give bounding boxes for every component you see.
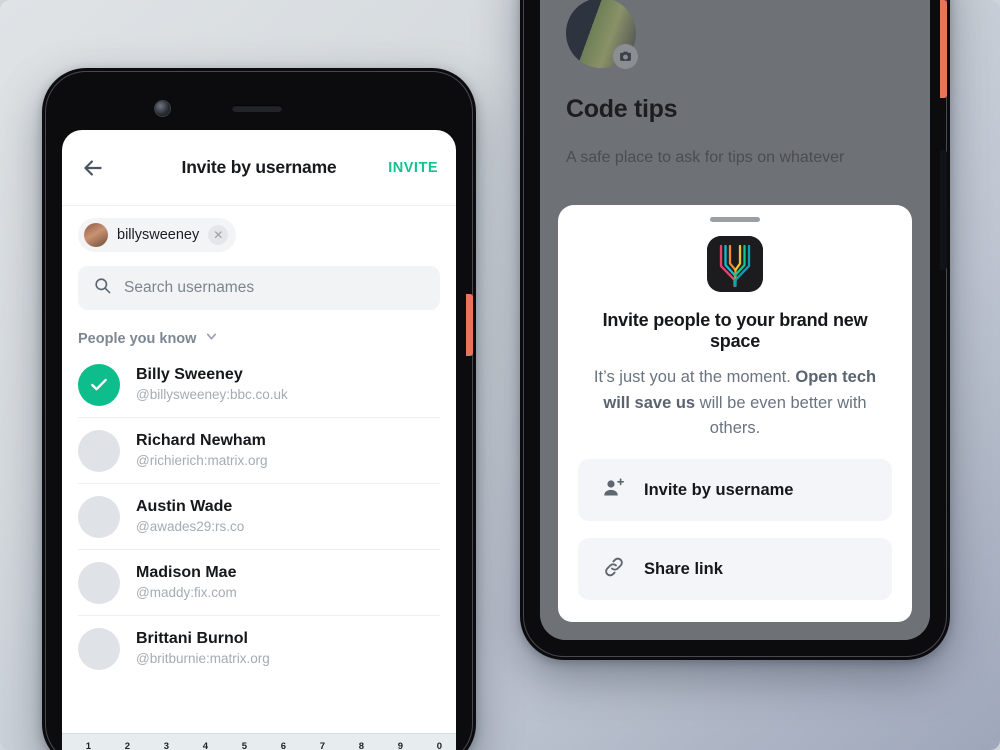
person-name: Richard Newham (136, 432, 266, 450)
share-link-button[interactable]: Share link (578, 538, 892, 600)
key-number: 4 (202, 741, 208, 750)
person-handle: @britburnie:matrix.org (136, 651, 270, 667)
sheet-body-part1: It’s just you at the moment. (593, 368, 796, 387)
person-name: Madison Mae (136, 564, 237, 582)
list-item[interactable]: Brittani Burnol @britburnie:matrix.org (78, 615, 440, 681)
right-phone-screen: Code tips A safe place to ask for tips o… (540, 0, 930, 640)
key-u[interactable]: 7U (298, 740, 337, 750)
invite-button[interactable]: INVITE (388, 160, 438, 176)
key-number: 5 (241, 741, 247, 750)
avatar (78, 430, 120, 472)
list-item[interactable]: Madison Mae @maddy:fix.com (78, 549, 440, 615)
search-input[interactable]: Search usernames (78, 266, 440, 310)
keyboard-row: 1Q2W3E4R5T6Y7U8I9O0P (62, 734, 456, 750)
list-item-text: Billy Sweeney @billysweeney:bbc.co.uk (136, 365, 440, 404)
avatar (84, 223, 108, 247)
front-camera (155, 101, 170, 116)
person-handle: @billysweeney:bbc.co.uk (136, 387, 288, 403)
sheet-title: Invite people to your brand new space (602, 310, 868, 352)
right-phone-power-button[interactable] (940, 0, 947, 98)
key-p[interactable]: 0P (415, 740, 454, 750)
list-item-text: Austin Wade @awades29:rs.co (136, 497, 440, 536)
sheet-body-part2: will be even better with others. (695, 393, 867, 438)
selected-users-row: billysweeney ✕ (62, 206, 456, 258)
left-phone-power-button[interactable] (466, 294, 473, 356)
person-handle: @richierich:matrix.org (136, 453, 268, 469)
space-name: Code tips (566, 95, 678, 123)
key-q[interactable]: 1Q (64, 740, 103, 750)
list-item-text: Richard Newham @richierich:matrix.org (136, 431, 440, 470)
arrow-left-icon[interactable] (80, 155, 106, 181)
person-name: Austin Wade (136, 498, 233, 516)
search-icon (93, 276, 112, 300)
invite-by-username-label: Invite by username (644, 480, 794, 499)
user-chip[interactable]: billysweeney ✕ (78, 218, 237, 252)
person-handle: @maddy:fix.com (136, 585, 237, 601)
left-phone: Invite by username INVITE billysweeney ✕… (42, 68, 476, 750)
avatar (78, 628, 120, 670)
earpiece-speaker (232, 105, 282, 112)
person-name: Billy Sweeney (136, 366, 243, 384)
person-name: Brittani Burnol (136, 630, 248, 648)
list-item-text: Brittani Burnol @britburnie:matrix.org (136, 629, 440, 668)
section-label: People you know (78, 331, 197, 347)
key-number: 1 (85, 741, 91, 750)
key-t[interactable]: 5T (220, 740, 259, 750)
person-add-icon (602, 476, 626, 505)
scene-canvas: Code tips A safe place to ask for tips o… (0, 0, 1000, 750)
right-phone: Code tips A safe place to ask for tips o… (520, 0, 950, 660)
search-placeholder: Search usernames (124, 279, 255, 296)
key-number: 2 (124, 741, 130, 750)
app-bar: Invite by username INVITE (62, 130, 456, 206)
link-icon (602, 555, 626, 584)
keyboard[interactable]: 1Q2W3E4R5T6Y7U8I9O0P (62, 733, 456, 750)
list-item[interactable]: Billy Sweeney @billysweeney:bbc.co.uk (78, 352, 440, 417)
left-phone-screen: Invite by username INVITE billysweeney ✕… (62, 130, 456, 750)
camera-icon[interactable] (613, 44, 638, 69)
people-list: Billy Sweeney @billysweeney:bbc.co.uk Rich… (62, 352, 456, 681)
right-phone-volume-button[interactable] (940, 150, 947, 270)
close-icon[interactable]: ✕ (208, 225, 229, 245)
space-avatar[interactable] (566, 0, 638, 69)
avatar (78, 562, 120, 604)
key-e[interactable]: 3E (142, 740, 181, 750)
key-number: 0 (436, 741, 442, 750)
sheet-body: It’s just you at the moment. Open tech w… (578, 365, 892, 442)
user-chip-label: billysweeney (117, 227, 200, 243)
key-i[interactable]: 8I (337, 740, 376, 750)
invite-by-username-button[interactable]: Invite by username (578, 459, 892, 521)
space-description: A safe place to ask for tips on whatever (566, 149, 845, 166)
section-header[interactable]: People you know (78, 330, 440, 348)
key-o[interactable]: 9O (376, 740, 415, 750)
key-number: 8 (358, 741, 364, 750)
invite-bottom-sheet: Invite people to your brand new space It… (558, 205, 912, 622)
list-item[interactable]: Richard Newham @richierich:matrix.org (78, 417, 440, 483)
key-number: 9 (397, 741, 403, 750)
key-r[interactable]: 4R (181, 740, 220, 750)
key-number: 7 (319, 741, 325, 750)
key-number: 6 (280, 741, 286, 750)
drag-handle[interactable] (710, 217, 760, 223)
key-w[interactable]: 2W (103, 740, 142, 750)
list-item-text: Madison Mae @maddy:fix.com (136, 563, 440, 602)
person-handle: @awades29:rs.co (136, 519, 245, 535)
chevron-down-icon[interactable] (205, 330, 218, 348)
key-y[interactable]: 6Y (259, 740, 298, 750)
list-item[interactable]: Austin Wade @awades29:rs.co (78, 483, 440, 549)
element-logo (707, 236, 763, 293)
avatar (78, 496, 120, 538)
key-number: 3 (163, 741, 169, 750)
avatar (78, 364, 120, 406)
share-link-label: Share link (644, 559, 723, 578)
